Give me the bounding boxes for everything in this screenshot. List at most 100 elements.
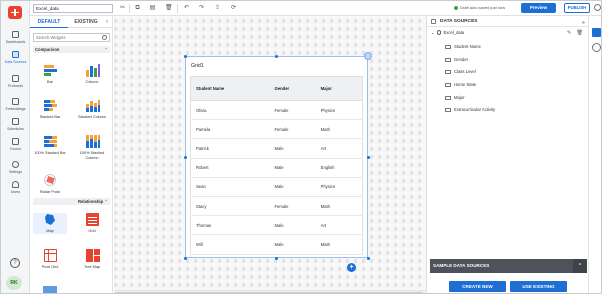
- column-header[interactable]: Gender: [269, 76, 316, 101]
- resize-handle[interactable]: [275, 54, 278, 58]
- right-rail: [588, 16, 601, 293]
- data-source-toggle-icon[interactable]: [592, 28, 601, 37]
- resize-handle[interactable]: [183, 54, 187, 58]
- column-header[interactable]: Major: [315, 76, 363, 101]
- dashboards-icon: [12, 31, 19, 38]
- field-item[interactable]: Home State: [445, 82, 476, 87]
- cut-icon[interactable]: ✂: [119, 5, 126, 12]
- widget-bar[interactable]: Bar: [33, 64, 67, 85]
- widget-grid[interactable]: Grid: [75, 213, 109, 234]
- table-row[interactable]: Pamela Female Math: [190, 119, 363, 140]
- rail-item-data-sources[interactable]: Data Sources: [1, 51, 30, 64]
- field-item[interactable]: Major: [445, 95, 464, 100]
- dashboard-name-input[interactable]: [33, 4, 113, 13]
- widget-100-stacked-column[interactable]: 100% Stacked Column: [75, 135, 109, 160]
- rail-item-users[interactable]: Users: [1, 181, 30, 194]
- tab-default[interactable]: DEFAULT: [30, 16, 68, 28]
- pivot-grid-icon: [42, 249, 58, 262]
- use-existing-button[interactable]: USE EXISTING: [510, 281, 567, 292]
- grid-cell: Physics: [315, 177, 363, 197]
- properties-toggle-icon[interactable]: [592, 43, 601, 52]
- table-row[interactable]: Thomas Male Art: [190, 215, 363, 236]
- sample-data-sources-header[interactable]: SAMPLE DATA SOURCES ⌃: [430, 259, 587, 273]
- collapse-panel-icon[interactable]: ‹: [106, 19, 112, 25]
- widget-tree-map[interactable]: Tree Map: [75, 249, 109, 270]
- expand-panel-icon[interactable]: »: [582, 18, 585, 29]
- widget-100-stacked-bar[interactable]: 100% Stacked Bar: [33, 135, 67, 156]
- delete-icon[interactable]: 🗑: [165, 5, 173, 12]
- delete-connection-icon[interactable]: 🗑: [577, 30, 583, 36]
- field-label: Gender: [454, 57, 468, 62]
- rail-item-embeddings[interactable]: Embeddings: [1, 98, 30, 111]
- tab-existing[interactable]: EXISTING: [68, 16, 104, 28]
- widget-stacked-column[interactable]: Stacked Column: [75, 99, 109, 120]
- column-header[interactable]: Student Name: [190, 76, 270, 101]
- column-chart-icon: [84, 64, 100, 77]
- search-icon: [102, 35, 107, 40]
- table-row[interactable]: Patrick Male Art: [190, 138, 363, 159]
- field-item[interactable]: Student Name: [445, 44, 481, 49]
- grid-cell: Patrick: [190, 138, 270, 159]
- chevron-up-icon[interactable]: ⌃: [573, 259, 587, 273]
- widget-radar-polar[interactable]: Radar Polar: [33, 174, 67, 195]
- table-row[interactable]: Stacy Female Math: [190, 196, 363, 217]
- field-item[interactable]: Class Level: [445, 69, 476, 74]
- table-row[interactable]: Will Male Math: [190, 234, 363, 255]
- widgets-tabs: DEFAULT EXISTING ‹: [30, 16, 113, 28]
- section-comparison[interactable]: Comparison ⌃: [33, 46, 110, 53]
- table-row[interactable]: Robert Male English: [190, 158, 363, 178]
- toolbar-divider: [129, 4, 130, 13]
- section-relationship[interactable]: Relationship ⌃: [33, 198, 110, 205]
- copy-icon[interactable]: ⧉: [134, 5, 141, 12]
- rail-label: Fusion: [10, 147, 21, 151]
- rail-item-dashboards[interactable]: Dashboards: [1, 31, 30, 44]
- widget-search-input[interactable]: [33, 33, 110, 42]
- help-icon[interactable]: ?: [10, 258, 20, 268]
- data-connection-item[interactable]: ⌄ Excel_data: [431, 30, 465, 36]
- publish-button[interactable]: PUBLISH: [564, 3, 590, 13]
- widget-column[interactable]: Column: [75, 64, 109, 85]
- add-widget-button[interactable]: +: [347, 263, 356, 272]
- widget-settings-icon[interactable]: [364, 52, 372, 60]
- toolbar-divider: [177, 4, 178, 13]
- rail-item-fusion[interactable]: Fusion: [1, 138, 30, 151]
- widget-label: Stacked Bar: [39, 115, 61, 119]
- table-row[interactable]: Olivia Female Physics: [190, 100, 363, 121]
- schedules-icon: [12, 118, 19, 125]
- widget-pivot-grid[interactable]: Pivot Grid: [33, 249, 67, 270]
- undo-icon[interactable]: ↶: [183, 5, 190, 12]
- field-item[interactable]: Extracurricular Activity: [445, 107, 495, 112]
- rail-item-protocols[interactable]: Protocols: [1, 75, 30, 88]
- gear-icon[interactable]: [594, 4, 601, 11]
- connection-name: Excel_data: [443, 30, 465, 35]
- app-logo-icon[interactable]: [8, 6, 22, 19]
- resize-handle[interactable]: [183, 256, 187, 260]
- grid-cell: Sean: [190, 177, 270, 197]
- canvas-scrollbar[interactable]: [114, 290, 426, 293]
- edit-icon[interactable]: ✎: [567, 30, 571, 36]
- preview-button[interactable]: Preview: [521, 3, 556, 13]
- create-new-button[interactable]: CREATE NEW: [449, 281, 506, 292]
- avatar[interactable]: RK: [6, 276, 22, 290]
- widget-map[interactable]: Map: [33, 213, 67, 234]
- chevron-down-icon[interactable]: ⌄: [431, 30, 435, 35]
- refresh-icon[interactable]: ⟳: [230, 5, 237, 12]
- widget-label: Radar Polar: [39, 190, 61, 194]
- resize-handle[interactable]: [366, 156, 370, 159]
- table-row[interactable]: Sean Male Physics: [190, 177, 363, 197]
- widget-stacked-bar[interactable]: Stacked Bar: [33, 99, 67, 120]
- resize-handle[interactable]: [275, 256, 278, 260]
- grid-cell: Olivia: [190, 100, 270, 121]
- redo-icon[interactable]: ↷: [198, 5, 205, 12]
- rail-label: Users: [10, 190, 21, 194]
- field-item[interactable]: Gender: [445, 57, 468, 62]
- share-icon[interactable]: ⇪: [214, 5, 221, 12]
- rail-item-schedules[interactable]: Schedules: [1, 118, 30, 131]
- field-icon: [445, 44, 451, 49]
- resize-handle[interactable]: [183, 156, 187, 159]
- grid-cell: English: [315, 158, 363, 178]
- rail-item-settings[interactable]: Settings: [1, 161, 30, 174]
- paste-icon[interactable]: ▤: [149, 5, 156, 12]
- resize-handle[interactable]: [366, 256, 370, 260]
- grid-cell: Female: [269, 196, 316, 217]
